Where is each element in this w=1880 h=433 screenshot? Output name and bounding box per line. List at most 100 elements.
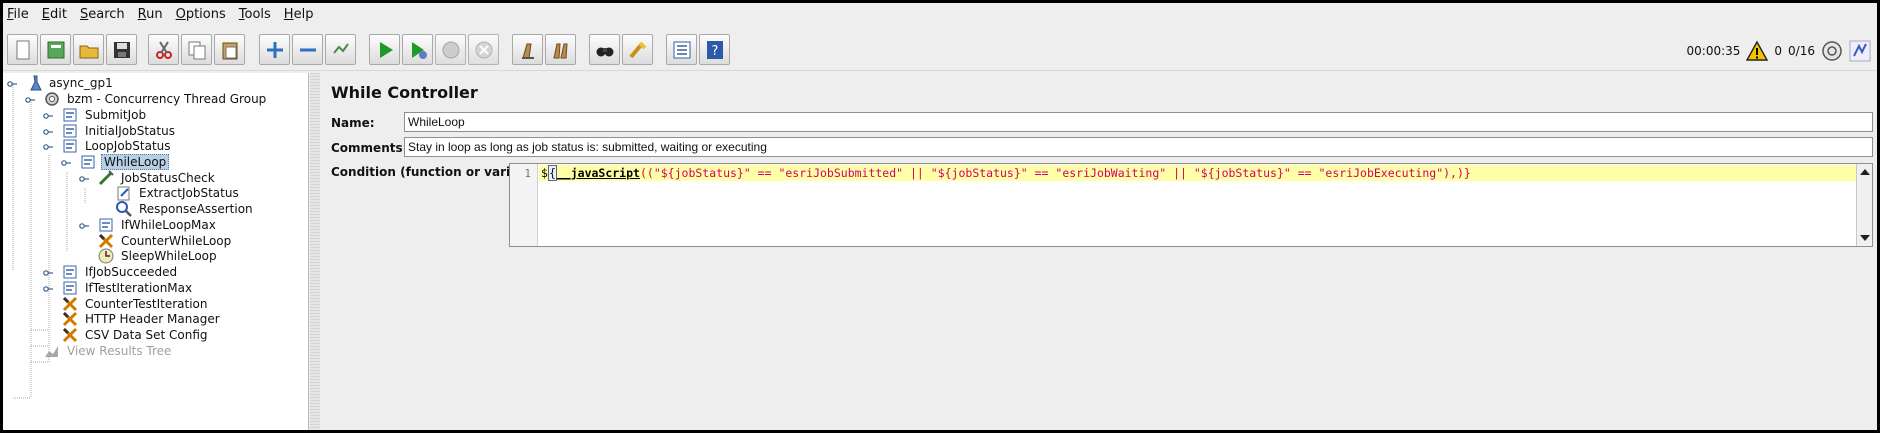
menu-tools[interactable]: Tools — [239, 7, 271, 22]
code-dollar: $ — [541, 166, 548, 180]
code-open-paren: ( — [639, 166, 647, 180]
expander-key-icon — [43, 270, 53, 276]
running-indicator-icon — [1822, 41, 1842, 61]
sampler-icon — [98, 170, 114, 186]
open-icon — [79, 45, 98, 58]
clear-button[interactable] — [512, 34, 543, 65]
name-field[interactable]: WhileLoop — [404, 112, 1873, 132]
tree-expander-icon[interactable] — [79, 173, 89, 183]
reset-search-button[interactable] — [622, 34, 653, 65]
tree-node-label: bzm - Concurrency Thread Group — [67, 92, 267, 106]
help-icon: ? — [706, 40, 723, 59]
cut-icon — [155, 40, 172, 59]
condition-editor[interactable]: 1 ${__javaScript(("${jobStatus}" == "esr… — [509, 163, 1873, 247]
tree-expander-icon[interactable] — [7, 78, 17, 88]
log-viewer-icon[interactable] — [1849, 40, 1871, 62]
controller-icon — [63, 139, 77, 153]
expander-key-icon — [61, 160, 71, 166]
menu-run[interactable]: Run — [138, 7, 163, 22]
menu-label-rest: dit — [50, 6, 67, 22]
new-button[interactable] — [7, 34, 38, 65]
paste-icon — [222, 42, 237, 59]
tree-expander-icon[interactable] — [25, 94, 35, 104]
menu-label-rest: ptions — [185, 6, 226, 22]
tree-node-label: LoopJobStatus — [85, 139, 171, 153]
menu-help[interactable]: Help — [284, 7, 314, 22]
toolbar: 00:00:35 0 0/16 ? — [3, 29, 1877, 71]
menu-label-rest: ools — [244, 6, 271, 22]
tree-expander-icon[interactable] — [43, 267, 53, 277]
clear-icon — [521, 43, 534, 59]
expander-key-icon — [7, 81, 17, 87]
tree-node-label: IfJobSucceeded — [85, 265, 178, 279]
controller-icon — [81, 155, 95, 169]
clear-all-button[interactable] — [545, 34, 576, 65]
search-icon — [596, 47, 613, 56]
stop-button[interactable] — [435, 34, 466, 65]
help-button[interactable]: ? — [699, 34, 730, 65]
condition-scrollbar[interactable] — [1856, 164, 1872, 246]
tree-expander-icon[interactable] — [43, 110, 53, 120]
tree-node-label: async_gp1 — [49, 76, 113, 90]
split-pane-divider[interactable] — [310, 73, 320, 430]
menu-file[interactable]: File — [7, 7, 29, 22]
menu-edit[interactable]: Edit — [42, 7, 67, 22]
templates-button[interactable] — [40, 34, 71, 65]
cut-button[interactable] — [148, 34, 179, 65]
menu-label-rest: elp — [293, 6, 314, 22]
test-plan-icon — [30, 75, 42, 91]
tree-expander-icon[interactable] — [43, 141, 53, 151]
menu-mnemonic: O — [175, 6, 186, 22]
search-button[interactable] — [589, 34, 620, 65]
menu-search[interactable]: Search — [80, 7, 125, 22]
comments-label: Comments: — [331, 141, 408, 155]
tree-node-label: WhileLoop — [101, 154, 170, 170]
menu-mnemonic: H — [283, 6, 294, 22]
line-number-gutter: 1 — [510, 164, 538, 246]
menu-label-rest: un — [146, 6, 163, 22]
jmeter-window: File Edit Search Run Options Tools Help 00:00:… — [3, 3, 1877, 430]
tree-node-label: ExtractJobStatus — [139, 186, 239, 200]
expander-key-icon — [43, 129, 53, 135]
start-no-pauses-button[interactable] — [402, 34, 433, 65]
collapse-button[interactable] — [292, 34, 323, 65]
new-icon — [16, 40, 29, 59]
reset-search-icon — [628, 41, 646, 58]
shutdown-button[interactable] — [468, 34, 499, 65]
tree-expander-icon[interactable] — [43, 126, 53, 136]
tree-expander-icon[interactable] — [79, 220, 89, 230]
menu-label-rest: ile — [13, 6, 29, 22]
copy-button[interactable] — [181, 34, 212, 65]
code-line[interactable]: ${__javaScript(("${jobStatus}" == "esriJ… — [539, 165, 1856, 181]
tree-expander-icon[interactable] — [43, 283, 53, 293]
menu-options[interactable]: Options — [176, 7, 226, 22]
comments-field[interactable]: Stay in loop as long as job status is: s… — [404, 137, 1873, 157]
function-helper-button[interactable] — [666, 34, 697, 65]
save-button[interactable] — [106, 34, 137, 65]
scroll-up-arrow-icon[interactable] — [1860, 169, 1870, 175]
expand-button[interactable] — [259, 34, 290, 65]
paste-button[interactable] — [214, 34, 245, 65]
open-button[interactable] — [73, 34, 104, 65]
menu-mnemonic: E — [41, 6, 50, 22]
test-plan-tree[interactable]: async_gp1 bzm - Concurrency Thread Group S… — [3, 73, 309, 430]
toggle-button[interactable] — [325, 34, 356, 65]
expander-key-icon — [79, 223, 89, 229]
code-function-name: __javaScript — [556, 166, 640, 180]
tree-node-view-results-tree[interactable]: View Results Tree — [43, 342, 173, 360]
thread-count: 0/16 — [1788, 44, 1815, 58]
thread-group-icon — [45, 92, 59, 106]
expander-key-icon — [79, 176, 89, 182]
tree-node-label: HTTP Header Manager — [85, 312, 220, 326]
elapsed-time: 00:00:35 — [1686, 44, 1741, 58]
start-icon — [379, 41, 393, 58]
warning-icon[interactable] — [1746, 40, 1769, 62]
expand-icon — [266, 41, 283, 58]
tree-expander-icon[interactable] — [61, 157, 71, 167]
tree-node-label: IfTestIterationMax — [85, 281, 193, 295]
svg-text:?: ? — [711, 44, 718, 59]
toggle-icon — [332, 42, 349, 54]
start-button[interactable] — [369, 34, 400, 65]
tree-node-label: View Results Tree — [67, 344, 172, 358]
scroll-down-arrow-icon[interactable] — [1860, 235, 1870, 241]
